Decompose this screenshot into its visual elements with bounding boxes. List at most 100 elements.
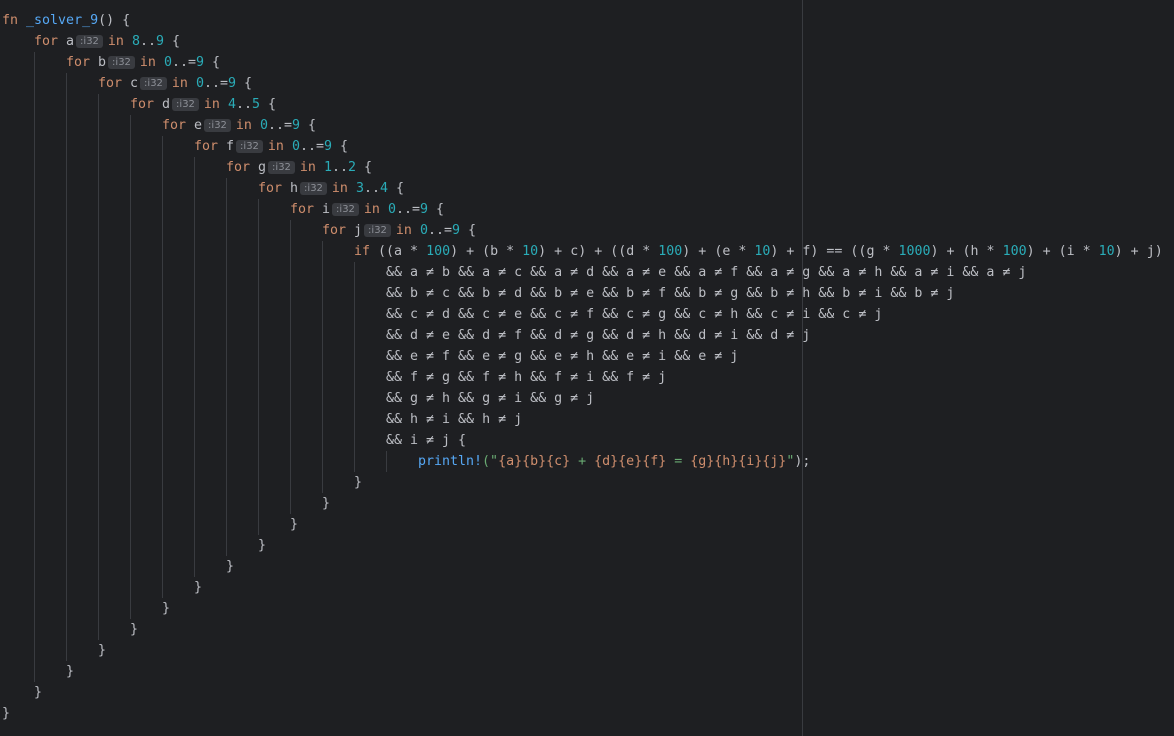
code-token: { [260,97,277,112]
code-token: for [162,118,187,133]
indent-guide-line [354,262,355,472]
code-token: for [98,76,123,91]
code-line[interactable]: && e ≠ f && e ≠ g && e ≠ h && e ≠ i && e… [386,346,738,367]
code-token: for [34,34,59,49]
code-token: e [186,118,203,133]
code-token: for [66,55,91,70]
code-line[interactable]: for f:i32 in 0..=9 { [194,136,348,157]
code-line[interactable]: } [34,682,42,703]
code-token: } [34,685,43,700]
code-line[interactable]: for d:i32 in 4..5 { [130,94,276,115]
code-token: 5 [251,97,260,112]
code-token: .. [331,160,348,175]
code-token: 0 [291,139,300,154]
code-line[interactable]: for j:i32 in 0..=9 { [322,220,476,241]
code-line[interactable]: && i ≠ j { [386,430,466,451]
indent-guide-line [194,157,195,577]
code-line[interactable]: } [194,577,202,598]
code-line[interactable]: for a:i32 in 8..9 { [34,31,180,52]
code-token: 0 [387,202,396,217]
code-token: && b ≠ c && b ≠ d && b ≠ e && b ≠ f && b… [386,286,955,301]
code-token: 0 [419,223,428,238]
code-token: } [98,643,107,658]
code-line[interactable]: && a ≠ b && a ≠ c && a ≠ d && a ≠ e && a… [386,262,1026,283]
code-token: 9 [228,76,237,91]
indent-guide-line [386,451,387,472]
code-token: ..= [427,223,452,238]
code-line[interactable]: && b ≠ c && b ≠ d && b ≠ e && b ≠ f && b… [386,283,954,304]
indent-guide-line [290,220,291,514]
indent-guide-line [226,178,227,556]
code-token: ); [794,454,811,469]
code-line[interactable]: && g ≠ h && g ≠ i && g ≠ j [386,388,594,409]
code-line[interactable]: for e:i32 in 0..=9 { [162,115,316,136]
type-hint: :i32 [268,161,295,174]
code-token: ..= [203,76,228,91]
code-line[interactable]: if ((a * 100) + (b * 10) + c) + ((d * 10… [354,241,1163,262]
code-token: {d}{e}{f} [594,454,667,469]
code-line[interactable]: && h ≠ i && h ≠ j [386,409,522,430]
code-token: ) + (b * [450,244,523,259]
code-token: { [428,202,445,217]
code-token: h [282,181,299,196]
code-line[interactable]: println!("{a}{b}{c} + {d}{e}{f} = {g}{h}… [418,451,810,472]
code-token: for [290,202,315,217]
code-line[interactable]: } [2,703,10,724]
code-token: 100 [426,244,451,259]
code-token: && h ≠ i && h ≠ j [386,412,523,427]
code-line[interactable]: } [354,472,362,493]
code-token: 8 [131,34,140,49]
code-token: 9 [324,139,333,154]
code-token: .. [363,181,380,196]
code-token: in [107,34,124,49]
code-line[interactable]: } [66,661,74,682]
code-token: && g ≠ h && g ≠ i && g ≠ j [386,391,595,406]
code-token: {g}{h}{i}{j} [690,454,787,469]
code-token: { [236,76,253,91]
code-line[interactable]: } [98,640,106,661]
code-token: println! [418,454,483,469]
code-token: 0 [195,76,204,91]
code-token: in [363,202,380,217]
code-token: { [300,118,317,133]
type-hint: :i32 [140,77,167,90]
code-token: { [356,160,373,175]
code-line[interactable]: for h:i32 in 3..4 { [258,178,404,199]
code-token: = [666,454,691,469]
code-line[interactable]: } [290,514,298,535]
code-token: { [460,223,477,238]
code-editor[interactable]: fn _solver_9() {for a:i32 in 8..9 {for b:… [0,0,1174,736]
code-token: in [395,223,412,238]
code-token: for [322,223,347,238]
code-line[interactable]: } [162,598,170,619]
code-token: 9 [292,118,301,133]
code-token: ) + j) [1114,244,1163,259]
code-line[interactable]: for i:i32 in 0..=9 { [290,199,444,220]
code-line[interactable]: for g:i32 in 1..2 { [226,157,372,178]
code-token: && c ≠ d && c ≠ e && c ≠ f && c ≠ g && c… [386,307,883,322]
code-token: ) + f) == ((g * [770,244,899,259]
code-token: } [2,706,11,721]
code-line[interactable]: && f ≠ g && f ≠ h && f ≠ i && f ≠ j [386,367,666,388]
code-token: in [299,160,316,175]
code-token: 2 [347,160,356,175]
indent-guide-line [130,115,131,619]
code-line[interactable]: && c ≠ d && c ≠ e && c ≠ f && c ≠ g && c… [386,304,882,325]
right-margin-guide [802,0,803,736]
code-line[interactable]: } [322,493,330,514]
code-line[interactable]: && d ≠ e && d ≠ f && d ≠ g && d ≠ h && d… [386,325,810,346]
code-line[interactable]: } [130,619,138,640]
code-line[interactable]: for b:i32 in 0..=9 { [66,52,220,73]
code-line[interactable]: fn _solver_9() { [2,10,130,31]
code-line[interactable]: for c:i32 in 0..=9 { [98,73,252,94]
code-token: } [322,496,331,511]
code-token: ) + c) + ((d * [538,244,659,259]
code-line[interactable]: } [226,556,234,577]
code-line[interactable]: } [258,535,266,556]
code-token: d [154,97,171,112]
code-token: in [203,97,220,112]
indent-guide-line [98,94,99,640]
